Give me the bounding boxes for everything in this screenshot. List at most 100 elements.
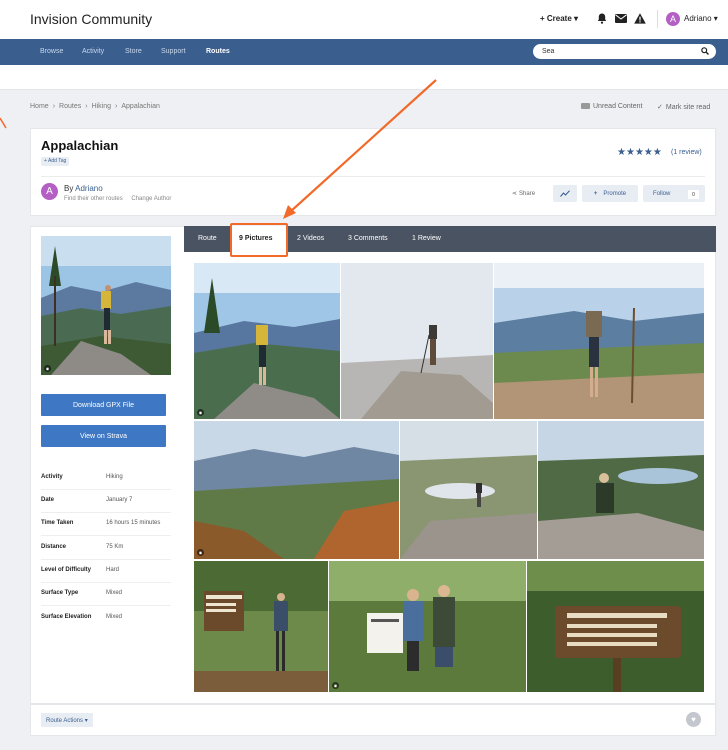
- info-key: Activity: [41, 474, 63, 480]
- gallery-photo[interactable]: ◉: [194, 263, 340, 419]
- by-label: By: [64, 184, 74, 193]
- info-value: Hard: [106, 567, 120, 573]
- nav-browse[interactable]: Browse: [40, 48, 63, 55]
- annotation-highlight-box: [230, 223, 288, 257]
- share-label: Share: [519, 191, 536, 197]
- camera-icon: ◉: [44, 365, 51, 372]
- star-icon: ★: [625, 147, 635, 158]
- tab-comments[interactable]: 3 Comments: [348, 235, 388, 242]
- sub-header-band: [0, 65, 728, 90]
- main-nav: Browse Activity Store Support Routes: [0, 39, 728, 65]
- download-gpx-button[interactable]: Download GPX File: [41, 394, 166, 416]
- review-count-link[interactable]: (1 review): [671, 149, 702, 156]
- user-avatar[interactable]: A: [666, 12, 680, 26]
- gallery-photo[interactable]: [341, 263, 493, 419]
- route-actions-button[interactable]: Route Actions ▾: [41, 713, 93, 727]
- divider: [657, 10, 658, 28]
- author-avatar[interactable]: A: [41, 183, 58, 200]
- create-button[interactable]: + Create ▾: [540, 14, 578, 23]
- breadcrumb-current: Appalachian: [121, 103, 160, 110]
- gallery-photo[interactable]: [400, 421, 537, 559]
- info-row-distance: Distance 75 Km: [41, 537, 171, 560]
- info-value: Hiking: [106, 474, 123, 480]
- info-key: Time Taken: [41, 520, 74, 526]
- unread-content-link[interactable]: Unread Content: [581, 103, 642, 110]
- info-key: Date: [41, 497, 55, 503]
- tab-videos[interactable]: 2 Videos: [297, 235, 324, 242]
- follow-label: Follow: [653, 190, 671, 197]
- breadcrumb-routes[interactable]: Routes: [59, 103, 81, 110]
- view-on-strava-button[interactable]: View on Strava: [41, 425, 166, 447]
- share-button[interactable]: ⋖ Share: [512, 190, 535, 197]
- info-row-surface-elevation: Surface Elevation Mixed: [41, 607, 171, 630]
- gallery-photo[interactable]: [538, 421, 704, 559]
- site-logo[interactable]: Invision Community: [30, 11, 152, 27]
- mark-site-read-link[interactable]: ✓ Mark site read: [657, 103, 710, 111]
- camera-icon: ◉: [197, 409, 204, 416]
- user-menu[interactable]: Adriano ▾: [684, 14, 718, 23]
- page-title: Appalachian: [41, 138, 119, 153]
- tab-reviews[interactable]: 1 Review: [412, 235, 441, 242]
- header-divider: [41, 176, 705, 177]
- share-icon: ⋖: [512, 191, 518, 197]
- info-key: Surface Type: [41, 590, 79, 596]
- rating-stars: ★★★★★: [617, 147, 662, 158]
- info-row-difficulty: Level of Difficulty Hard: [41, 560, 171, 583]
- camera-icon: ◉: [332, 682, 339, 689]
- bell-icon[interactable]: [595, 12, 608, 25]
- nav-routes[interactable]: Routes: [206, 48, 230, 55]
- breadcrumb-separator: ›: [85, 103, 88, 110]
- info-row-surface-type: Surface Type Mixed: [41, 583, 171, 606]
- search-input[interactable]: [533, 44, 716, 59]
- star-icon: ★: [617, 147, 626, 158]
- breadcrumb-home[interactable]: Home: [30, 103, 49, 110]
- info-value: Mixed: [106, 614, 123, 620]
- plus-icon: +: [593, 190, 598, 197]
- check-icon: ✓: [657, 104, 663, 111]
- camera-icon: ◉: [197, 549, 204, 556]
- gallery-photo[interactable]: [527, 561, 704, 692]
- info-value: January 7: [106, 497, 133, 503]
- info-value: Mixed: [106, 590, 123, 596]
- gallery-photo[interactable]: [494, 263, 704, 419]
- gallery-photo[interactable]: ◉: [329, 561, 526, 692]
- heart-icon[interactable]: ♥: [686, 712, 701, 727]
- unread-icon: [581, 103, 590, 110]
- tab-route[interactable]: Route: [198, 235, 217, 242]
- info-key: Surface Elevation: [41, 614, 92, 620]
- star-icon: ★: [634, 147, 644, 158]
- change-author-link[interactable]: Change Author: [131, 196, 171, 202]
- breadcrumb-separator: ›: [52, 103, 56, 110]
- author-byline: By Adriano: [64, 184, 103, 193]
- author-link[interactable]: Adriano: [75, 184, 103, 193]
- breadcrumb-hiking[interactable]: Hiking: [92, 103, 111, 110]
- mark-site-read-label: Mark site read: [665, 104, 711, 111]
- author-links: Find their other routes Change Author: [64, 196, 171, 202]
- follow-count: 0: [688, 190, 699, 199]
- chart-icon: [560, 190, 570, 197]
- nav-store[interactable]: Store: [125, 48, 142, 55]
- promote-label: Promote: [603, 190, 627, 197]
- nav-support[interactable]: Support: [161, 48, 186, 55]
- gallery-photo[interactable]: [194, 561, 328, 692]
- add-tag-button[interactable]: + Add Tag: [41, 157, 70, 166]
- breadcrumb-separator: ›: [115, 103, 118, 110]
- mail-icon[interactable]: [614, 12, 627, 25]
- search-icon[interactable]: [701, 47, 709, 57]
- gallery-photo[interactable]: ◉: [194, 421, 399, 559]
- star-icon: ★: [643, 147, 653, 158]
- unread-content-label: Unread Content: [593, 103, 643, 110]
- star-icon: ★: [652, 147, 662, 158]
- find-other-routes-link[interactable]: Find their other routes: [64, 196, 123, 202]
- route-footer: [30, 704, 716, 736]
- breadcrumb: Home › Routes › Hiking › Appalachian: [30, 103, 164, 110]
- info-value: 16 hours 15 minutes: [106, 520, 161, 526]
- route-cover-image[interactable]: ◉: [41, 236, 171, 375]
- promote-button[interactable]: + Promote: [582, 185, 638, 202]
- warning-icon[interactable]: [633, 12, 646, 25]
- info-value: 75 Km: [106, 544, 124, 550]
- info-row-time-taken: Time Taken 16 hours 15 minutes: [41, 513, 171, 536]
- info-key: Level of Difficulty: [41, 567, 92, 573]
- analytics-button[interactable]: [553, 185, 577, 202]
- nav-activity[interactable]: Activity: [82, 48, 104, 55]
